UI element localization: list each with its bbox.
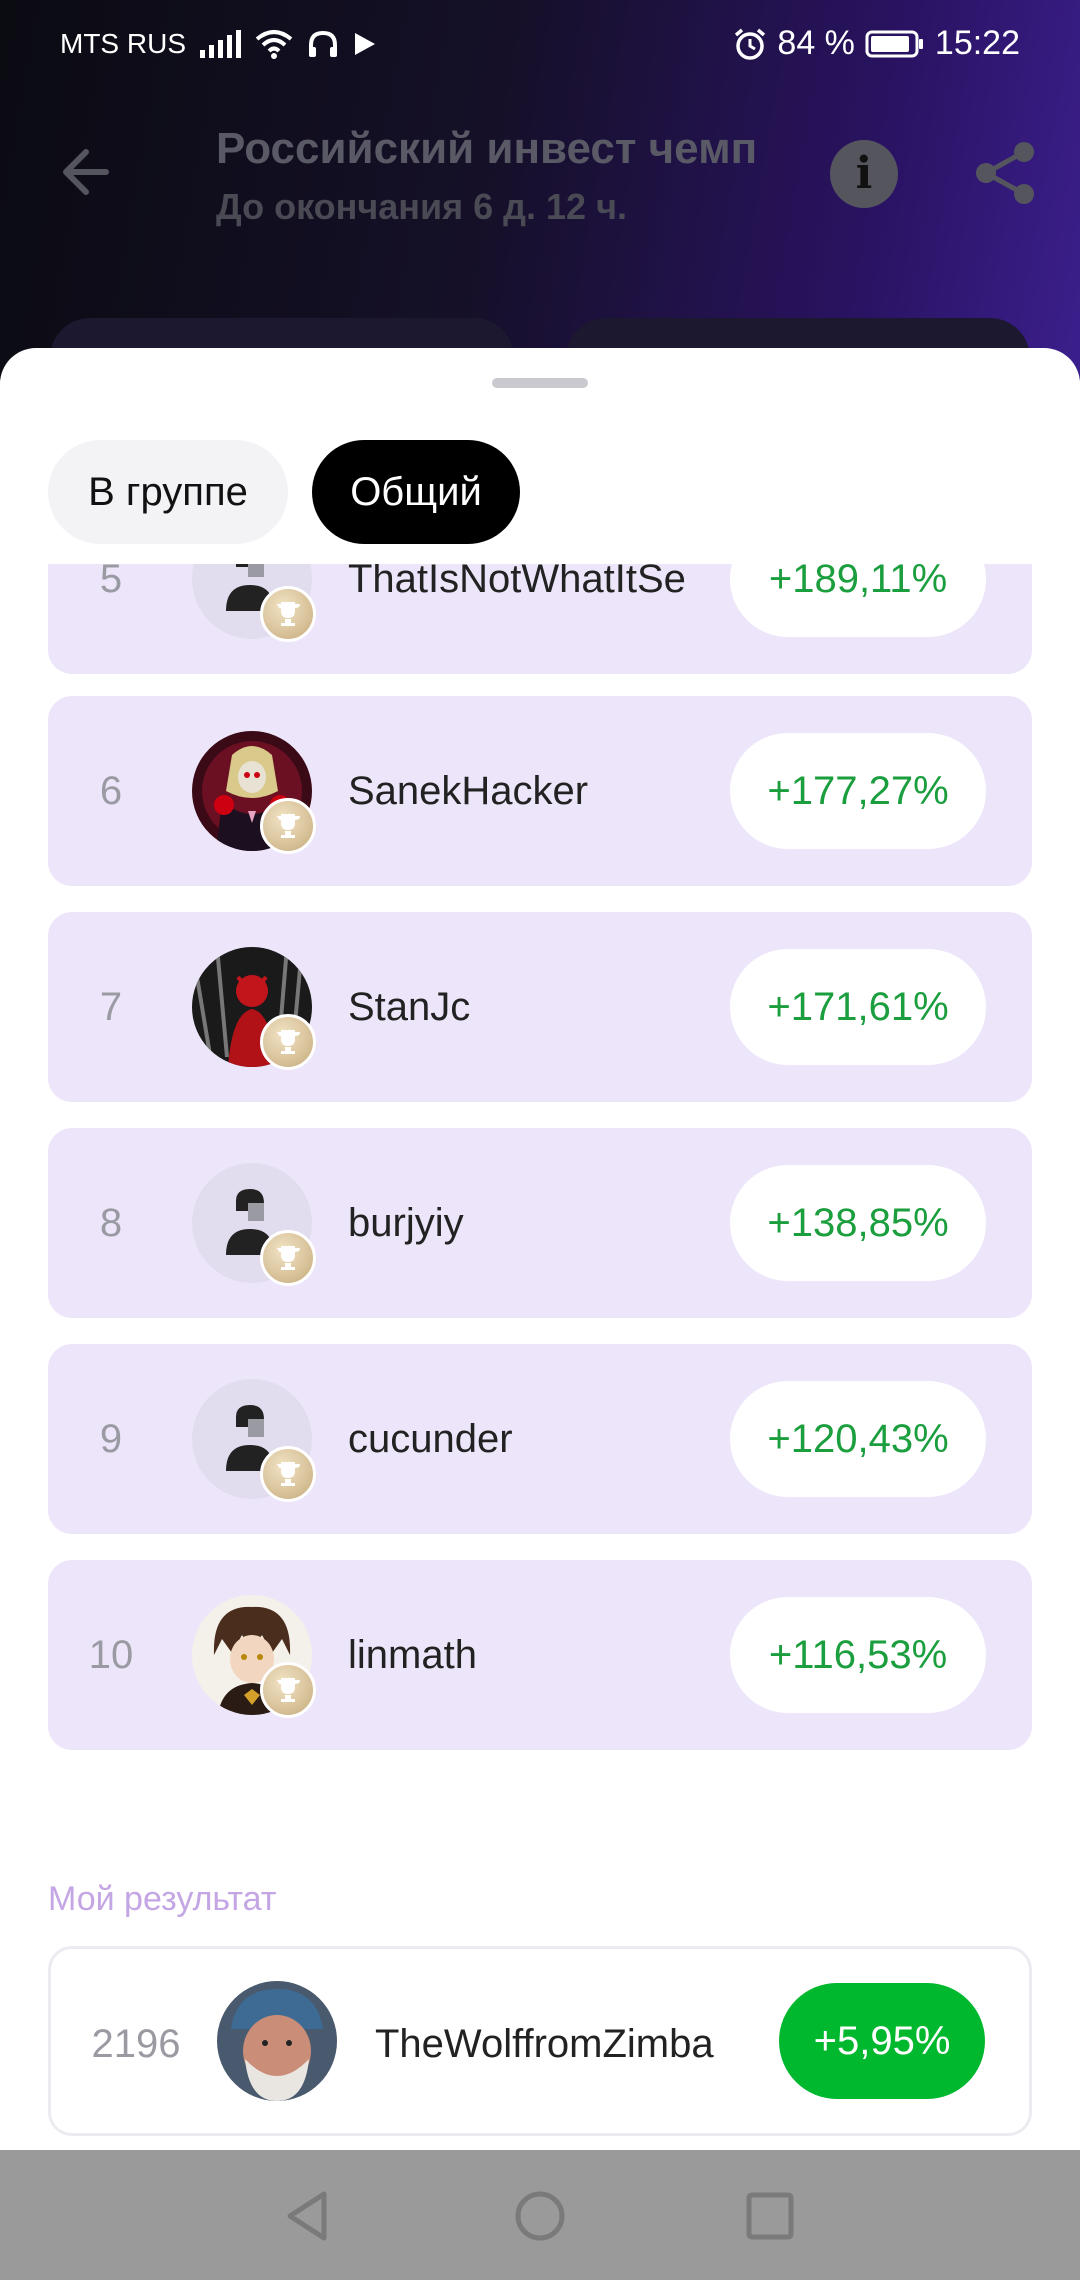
leaderboard-row[interactable]: 10 linmath +116,53% [48,1560,1032,1750]
return-percent: +116,53% [730,1597,986,1713]
return-percent: +171,61% [730,949,986,1065]
return-percent: +189,11% [730,564,986,637]
username: StanJc [348,985,471,1029]
my-username: TheWolffromZimba [375,2022,714,2066]
clock: 15:22 [934,24,1020,62]
play-icon [355,33,375,55]
username: ThatIsNotWhatItSe [348,564,686,601]
leaderboard-row[interactable]: 5 ThatIsNotWhatItSe +189,11% [48,564,1032,674]
trophy-badge-icon [260,1014,316,1070]
leaderboard-sheet: В группе Общий 5 ThatIsNotWhatItSe +189,… [0,348,1080,2150]
username: SanekHacker [348,769,589,813]
nav-back-icon[interactable] [278,2186,338,2246]
headphones-icon [309,30,337,57]
leaderboard-row[interactable]: 7 StanJc +171,61% [48,912,1032,1102]
alarm-icon [735,28,766,60]
sheet-drag-handle[interactable] [492,378,588,388]
nav-recents-icon[interactable] [740,2186,800,2246]
system-nav-bar [0,2150,1080,2280]
rank-number: 8 [99,1201,123,1245]
leaderboard-row[interactable]: 9 cucunder +120,43% [48,1344,1032,1534]
app-header: Российский инвест чемп До окончания 6 д.… [0,110,1080,250]
battery-icon [865,30,923,57]
info-icon[interactable]: i [830,140,898,208]
user-photo-avatar-icon [217,1981,337,2101]
trophy-badge-icon [260,798,316,854]
nav-home-icon[interactable] [510,2186,570,2246]
rank-number: 10 [88,1633,134,1677]
trophy-badge-icon [260,586,316,642]
rank-number: 9 [99,1417,123,1461]
username: burjyiy [348,1201,464,1245]
wifi-icon [255,30,293,59]
share-icon[interactable] [970,138,1040,208]
my-return-percent: +5,95% [779,1983,985,2099]
leaderboard-row[interactable]: 6 SanekHacker +177,27% [48,696,1032,886]
tab-in-group[interactable]: В группе [48,440,288,544]
username: cucunder [348,1417,513,1461]
tab-overall[interactable]: Общий [312,440,520,544]
status-bar: MTS RUS 84 % 15:22 [0,0,1080,92]
leaderboard-row[interactable]: 8 burjyiy +138,85% [48,1128,1032,1318]
trophy-badge-icon [260,1230,316,1286]
page-title: Российский инвест чемп [216,124,758,173]
my-rank-number: 2196 [91,2022,181,2066]
return-percent: +120,43% [730,1381,986,1497]
back-arrow-icon[interactable] [52,140,116,204]
signal-icon [200,30,241,58]
return-percent: +138,85% [730,1165,986,1281]
rank-number: 5 [99,564,123,601]
rank-number: 7 [99,985,123,1029]
trophy-badge-icon [260,1662,316,1718]
my-result-row[interactable]: 2196 TheWolffromZimba +5,95% [48,1946,1032,2136]
my-result-label: Мой результат [48,1880,277,1918]
trophy-badge-icon [260,1446,316,1502]
username: linmath [348,1633,477,1677]
page-subtitle: До окончания 6 д. 12 ч. [216,186,627,227]
battery-percent: 84 % [777,24,855,62]
rank-number: 6 [99,769,123,813]
return-percent: +177,27% [730,733,986,849]
carrier-label: MTS RUS [60,28,186,59]
